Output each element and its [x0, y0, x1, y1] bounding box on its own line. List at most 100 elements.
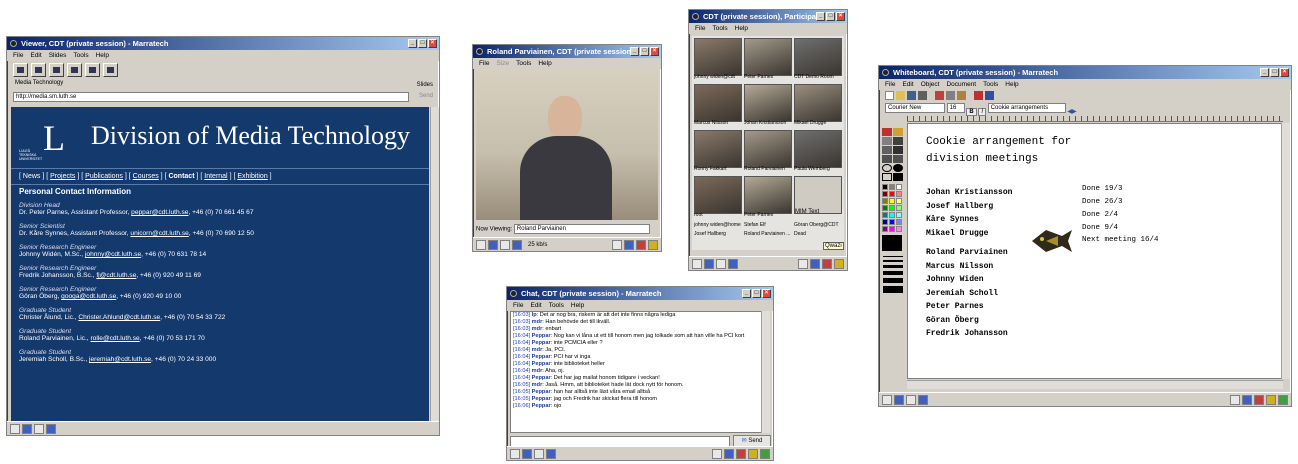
participant-video[interactable]	[744, 130, 792, 168]
cut-icon[interactable]	[935, 91, 944, 100]
arrow-tool-icon[interactable]	[893, 155, 903, 163]
menu-file[interactable]: File	[13, 50, 23, 61]
video-icon[interactable]	[882, 394, 892, 405]
menu-help[interactable]: Help	[735, 23, 748, 34]
globe-icon[interactable]	[810, 258, 820, 269]
participant-name[interactable]: Göran Öberg@CDT	[794, 222, 842, 229]
participant-name[interactable]: Peter Parnes	[744, 212, 792, 219]
menu-edit[interactable]: Edit	[902, 79, 913, 90]
filled-ellipse-tool-icon[interactable]	[893, 164, 903, 172]
pen-icon[interactable]	[522, 448, 532, 459]
color-swatch[interactable]	[896, 219, 902, 225]
menu-tools[interactable]: Tools	[516, 58, 531, 69]
new-icon[interactable]	[885, 91, 894, 100]
color-swatch[interactable]	[882, 212, 888, 218]
close-button[interactable]: ×	[428, 39, 437, 48]
maximize-button[interactable]: □	[752, 289, 761, 298]
participant-video[interactable]	[694, 84, 742, 122]
close-button[interactable]: ×	[762, 289, 771, 298]
participant-name[interactable]: Josef Hallberg	[694, 231, 742, 238]
chat-titlebar[interactable]: Chat, CDT (private session) - Marratech _…	[507, 287, 773, 300]
participant-video[interactable]	[744, 84, 792, 122]
participant-video[interactable]	[794, 38, 842, 76]
chat-icon[interactable]	[834, 258, 844, 269]
home-icon[interactable]	[67, 63, 82, 77]
participant-name[interactable]: root	[694, 212, 742, 219]
next-page-icon[interactable]: ▶	[1072, 109, 1077, 115]
whiteboard-icon[interactable]	[736, 448, 746, 459]
menu-object[interactable]: Object	[921, 79, 940, 90]
participant-video[interactable]	[694, 38, 742, 76]
share-icon[interactable]	[716, 258, 726, 269]
participant-video[interactable]	[794, 130, 842, 168]
color-swatch[interactable]	[882, 184, 888, 190]
minimize-button[interactable]: _	[742, 289, 751, 298]
brush-tool-icon[interactable]	[893, 146, 903, 154]
color-swatch[interactable]	[889, 205, 895, 211]
filled-rect-tool-icon[interactable]	[893, 173, 903, 181]
color-swatch[interactable]	[882, 191, 888, 197]
lock-icon[interactable]	[612, 239, 622, 250]
nav-projects[interactable]: Projects	[50, 173, 75, 180]
whiteboard-icon[interactable]	[1254, 394, 1264, 405]
color-swatch[interactable]	[896, 198, 902, 204]
minimize-button[interactable]: _	[630, 47, 639, 56]
color-swatch[interactable]	[896, 212, 902, 218]
url-field[interactable]: http://media.sm.luth.se	[13, 92, 409, 102]
menu-slides[interactable]: Slides	[49, 50, 67, 61]
share-icon[interactable]	[34, 423, 44, 434]
record-icon[interactable]	[85, 63, 100, 77]
rect-tool-icon[interactable]	[882, 173, 892, 181]
share-icon[interactable]	[500, 239, 510, 250]
sync-icon[interactable]	[49, 63, 64, 77]
participant-name[interactable]: Dead	[794, 231, 842, 238]
menu-tools[interactable]: Tools	[549, 300, 564, 311]
pen-icon[interactable]	[894, 394, 904, 405]
whiteboard-canvas[interactable]: Cookie arrangement for division meetings…	[907, 123, 1283, 379]
line-tool-icon[interactable]	[882, 155, 892, 163]
color-swatch[interactable]	[882, 219, 888, 225]
nav-publications[interactable]: Publications	[85, 173, 123, 180]
menu-size[interactable]: Size	[496, 58, 509, 69]
video-icon[interactable]	[476, 239, 486, 250]
color-swatch[interactable]	[896, 184, 902, 190]
chat-icon[interactable]	[1266, 394, 1276, 405]
pen-icon[interactable]	[22, 423, 32, 434]
chat-scrollbar[interactable]	[761, 311, 770, 433]
video-icon[interactable]	[692, 258, 702, 269]
pen-icon[interactable]	[704, 258, 714, 269]
slide-icon[interactable]	[974, 91, 983, 100]
minimize-button[interactable]: _	[408, 39, 417, 48]
whiteboard-icon[interactable]	[822, 258, 832, 269]
lock-icon[interactable]	[712, 448, 722, 459]
info-icon[interactable]	[512, 239, 522, 250]
menu-file[interactable]: File	[479, 58, 489, 69]
maximize-button[interactable]: □	[418, 39, 427, 48]
menu-document[interactable]: Document	[946, 79, 976, 90]
participant-name[interactable]: johnny widen@cdt	[694, 74, 742, 81]
chat-icon[interactable]	[748, 448, 758, 459]
text-tool-icon[interactable]	[893, 128, 903, 136]
save-icon[interactable]	[907, 91, 916, 100]
participant-video[interactable]	[694, 130, 742, 168]
participant-name[interactable]: Ronny Fakkart	[694, 166, 742, 173]
pen-tool-icon[interactable]	[893, 137, 903, 145]
close-button[interactable]: ×	[650, 47, 659, 56]
contact-email[interactable]: unicorn@cdt.luth.se	[130, 230, 188, 237]
menu-file[interactable]: File	[513, 300, 523, 311]
bold-button[interactable]: B	[966, 108, 977, 116]
nav-courses[interactable]: Courses	[133, 173, 159, 180]
globe-icon[interactable]	[724, 448, 734, 459]
close-button[interactable]: ×	[836, 12, 845, 21]
minimize-button[interactable]: _	[816, 12, 825, 21]
participant-name[interactable]: johnny widen@home	[694, 222, 742, 229]
slide-name-field[interactable]: Media Technology	[13, 79, 393, 89]
nav-internal[interactable]: Internal	[204, 173, 227, 180]
menu-edit[interactable]: Edit	[30, 50, 41, 61]
participant-video[interactable]	[794, 84, 842, 122]
video-icon[interactable]	[510, 448, 520, 459]
contact-email[interactable]: Christer.Ahlund@cdt.luth.se	[78, 314, 160, 321]
pen-icon[interactable]	[488, 239, 498, 250]
info-icon[interactable]	[918, 394, 928, 405]
contact-email[interactable]: johnny@cdt.luth.se	[85, 251, 141, 258]
